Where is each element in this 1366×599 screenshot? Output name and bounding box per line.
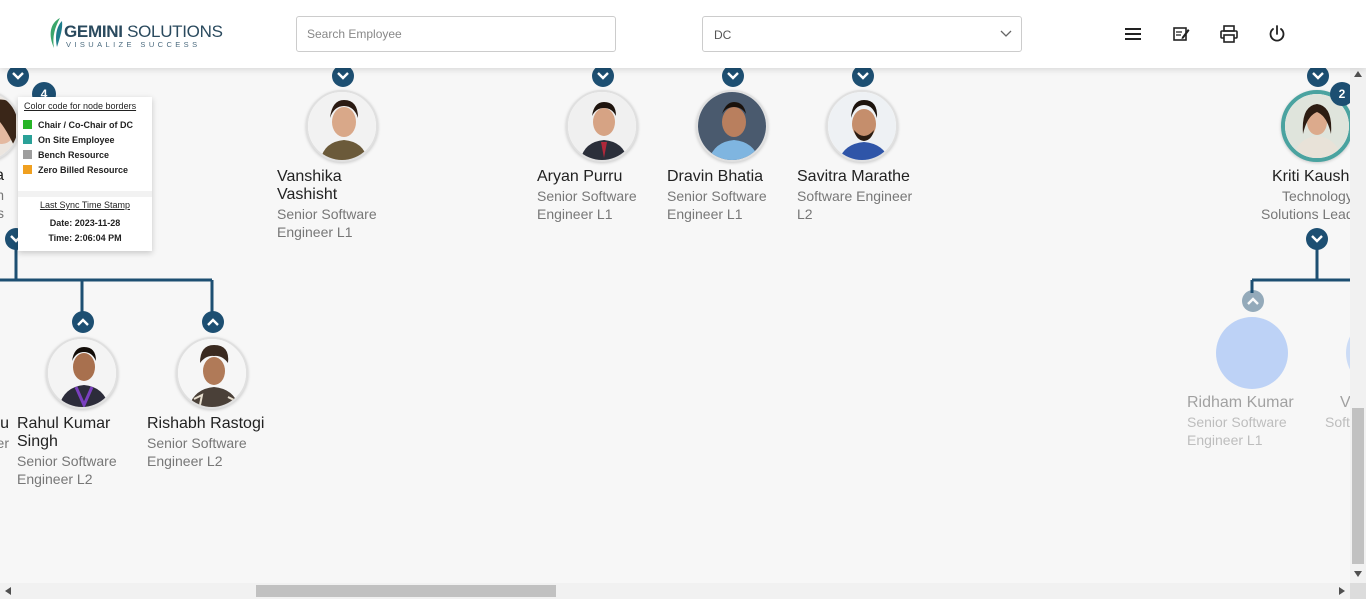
menu-icon[interactable] [1123, 24, 1143, 44]
employee-name: Ridham Kumar [1187, 394, 1294, 411]
scroll-up-arrow-icon[interactable] [1354, 71, 1362, 77]
sync-time: Time: 2:06:04 PM [48, 233, 122, 243]
avatar-rishabh[interactable] [176, 337, 248, 409]
chevron-down-icon [1000, 30, 1012, 37]
employee-title: Engineer L1 [1187, 432, 1263, 448]
legend-divider [18, 191, 152, 197]
avatar-aryan[interactable] [566, 90, 638, 162]
employee-title: Engineer L1 [537, 206, 613, 222]
employee-title: ons [0, 205, 4, 221]
chevron-up-icon [1247, 297, 1259, 305]
logo-tagline: VISUALIZE SUCCESS [66, 40, 201, 49]
employee-name: Savitra Marathe [797, 168, 910, 185]
expand-up-toggle[interactable] [1242, 290, 1264, 312]
employee-title: Software Engineer [797, 188, 913, 204]
leaf-icon [50, 18, 63, 48]
department-selected-value: DC [714, 28, 732, 42]
logo-name: GEMINI SOLUTIONS [64, 22, 223, 41]
chevron-down-icon [857, 72, 869, 80]
employee-name: Rahul Kumar [17, 415, 111, 432]
department-select[interactable]: DC [702, 16, 1022, 52]
employee-name: Rishabh Rastogi [147, 415, 265, 432]
employee-title: Senior Software [667, 188, 767, 204]
employee-name: Aryan Purru [537, 168, 623, 185]
avatar-placeholder[interactable] [1216, 317, 1288, 389]
scrollbar-corner [1350, 583, 1366, 599]
expand-up-toggle[interactable] [202, 311, 224, 333]
app-header: GEMINI SOLUTIONS VISUALIZE SUCCESS DC [0, 0, 1366, 68]
legend-panel: Color code for node borders Chair / Co-C… [18, 97, 152, 251]
chevron-down-icon [1312, 72, 1324, 80]
employee-name: Vashisht [277, 186, 338, 203]
chevron-down-icon [1311, 235, 1323, 243]
scroll-down-arrow-icon[interactable] [1354, 571, 1362, 577]
avatar-vanshika[interactable] [306, 90, 378, 162]
avatar-rahul[interactable] [46, 337, 118, 409]
employee-title: L2 [797, 206, 813, 222]
employee-name: Singh [17, 433, 58, 450]
reportee-count-badge: 2 [1330, 82, 1350, 106]
vertical-scroll-thumb[interactable] [1352, 408, 1364, 564]
employee-title: Technology [1282, 188, 1350, 204]
legend-item-chair: Chair / Co-Chair of DC [23, 119, 133, 131]
legend-item-zero-billed: Zero Billed Resource [23, 164, 128, 176]
chevron-down-icon [727, 72, 739, 80]
chevron-down-icon [597, 72, 609, 80]
chevron-up-icon [207, 318, 219, 326]
employee-name: u [0, 415, 9, 432]
horizontal-scrollbar[interactable] [0, 583, 1350, 599]
employee-title: Senior Software [147, 435, 247, 451]
scroll-right-arrow-icon[interactable] [1339, 587, 1345, 595]
employee-title: Senior Software [277, 206, 377, 222]
legend-item-bench: Bench Resource [23, 149, 109, 161]
employee-name: Kriti Kaush [1272, 168, 1350, 185]
avatar-dravin[interactable] [696, 90, 768, 162]
expand-up-toggle[interactable] [72, 311, 94, 333]
employee-title: Engineer L1 [667, 206, 743, 222]
employee-title: Solutions Lead [1261, 206, 1350, 222]
print-icon[interactable] [1219, 24, 1239, 44]
chevron-up-icon [77, 318, 89, 326]
power-icon[interactable] [1267, 24, 1287, 44]
chevron-down-icon [337, 72, 349, 80]
search-employee-input[interactable] [296, 16, 616, 52]
employee-title: Engineer L1 [277, 224, 353, 240]
employee-title: Soft [1325, 414, 1350, 430]
chevron-down-icon [12, 72, 24, 80]
collapse-toggle[interactable] [1306, 228, 1328, 250]
employee-name: Vanshika [277, 168, 342, 185]
employee-title: er [0, 435, 9, 451]
employee-title: chn [0, 187, 4, 203]
employee-title: Senior Software [17, 453, 117, 469]
scroll-left-arrow-icon[interactable] [5, 587, 11, 595]
gemini-logo[interactable]: GEMINI SOLUTIONS VISUALIZE SUCCESS [46, 16, 223, 52]
employee-title: Senior Software [537, 188, 637, 204]
employee-name: V [1340, 394, 1350, 411]
employee-title: Engineer L2 [147, 453, 223, 469]
legend-item-onsite: On Site Employee [23, 134, 115, 146]
employee-title: Engineer L2 [17, 471, 93, 487]
org-chart[interactable]: 4 eta chn ons Color code for node border… [0, 68, 1350, 583]
employee-title: Senior Software [1187, 414, 1287, 430]
legend-title: Color code for node borders [24, 101, 137, 111]
avatar-savitra[interactable] [826, 90, 898, 162]
vertical-scrollbar[interactable] [1350, 68, 1366, 583]
horizontal-scroll-thumb[interactable] [256, 585, 556, 597]
sync-title: Last Sync Time Stamp [39, 200, 131, 210]
notes-icon[interactable] [1171, 24, 1191, 44]
employee-name: Dravin Bhatia [667, 168, 764, 185]
sync-date: Date: 2023-11-28 [49, 218, 121, 228]
employee-name: eta [0, 167, 4, 185]
